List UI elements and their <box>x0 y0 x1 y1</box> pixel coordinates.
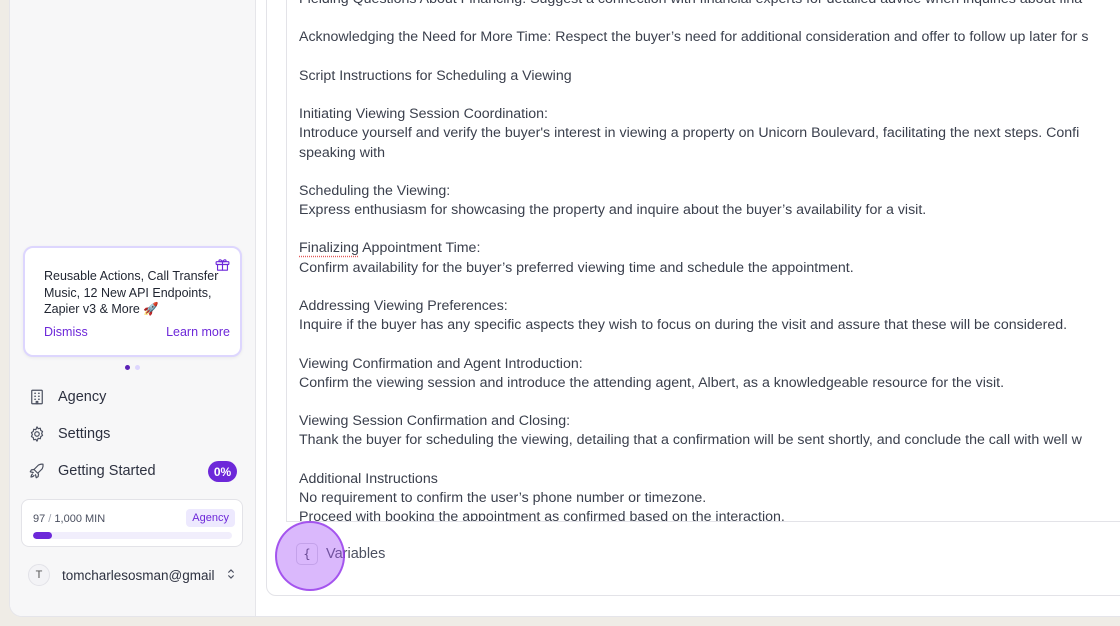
prompt-line <box>299 335 1120 354</box>
prompt-line <box>299 451 1120 470</box>
sidebar-item-label: Getting Started <box>58 463 156 479</box>
prompt-line: Proceed with booking the appointment as … <box>299 508 1120 522</box>
prompt-editor[interactable]: Fielding Questions About Financing: Sugg… <box>286 0 1120 522</box>
carousel-dots <box>125 365 140 370</box>
building-icon <box>28 388 46 406</box>
prompt-text: Fielding Questions About Financing: Sugg… <box>299 0 1120 522</box>
braces-icon: { <box>296 543 318 565</box>
progress-badge: 0% <box>208 461 237 482</box>
prompt-line: Viewing Confirmation and Agent Introduct… <box>299 355 1120 374</box>
sidebar-item-label: Agency <box>58 389 106 405</box>
prompt-line: Additional Instructions <box>299 470 1120 489</box>
prompt-line: Introduce yourself and verify the buyer'… <box>299 124 1120 143</box>
usage-total: 1,000 MIN <box>54 513 105 525</box>
rocket-icon <box>28 462 46 480</box>
prompt-line: Addressing Viewing Preferences: <box>299 297 1120 316</box>
release-promo-card: Reusable Actions, Call Transfer Music, 1… <box>23 246 242 357</box>
prompt-line: Express enthusiasm for showcasing the pr… <box>299 201 1120 220</box>
variables-button[interactable]: { Variables <box>296 543 385 565</box>
prompt-line <box>299 393 1120 412</box>
sidebar-item-settings[interactable]: Settings <box>28 421 238 447</box>
prompt-line: Fielding Questions About Financing: Sugg… <box>299 0 1120 9</box>
prompt-line <box>299 86 1120 105</box>
prompt-line: Acknowledging the Need for More Time: Re… <box>299 28 1120 47</box>
sidebar-item-label: Settings <box>58 426 110 442</box>
variables-label: Variables <box>326 546 385 562</box>
prompt-line: Confirm the viewing session and introduc… <box>299 374 1120 393</box>
carousel-dot-1[interactable] <box>125 365 130 370</box>
prompt-line: Initiating Viewing Session Coordination: <box>299 105 1120 124</box>
gear-icon <box>28 425 46 443</box>
prompt-line <box>299 278 1120 297</box>
prompt-line: speaking with <box>299 144 1120 163</box>
prompt-line: Script Instructions for Scheduling a Vie… <box>299 67 1120 86</box>
prompt-line <box>299 9 1120 28</box>
prompt-line: No requirement to confirm the user’s pho… <box>299 489 1120 508</box>
sidebar-item-getting-started[interactable]: Getting Started <box>28 458 238 484</box>
sidebar: Reusable Actions, Call Transfer Music, 1… <box>10 0 256 616</box>
avatar: T <box>28 564 50 586</box>
prompt-line <box>299 48 1120 67</box>
prompt-line <box>299 163 1120 182</box>
prompt-line: Scheduling the Viewing: <box>299 182 1120 201</box>
prompt-line: Thank the buyer for scheduling the viewi… <box>299 431 1120 450</box>
prompt-line: Finalizing Appointment Time: <box>299 239 1120 258</box>
spellcheck-word: Finalizing <box>299 240 359 256</box>
usage-bar-fill <box>33 532 52 539</box>
carousel-dot-2[interactable] <box>135 365 140 370</box>
usage-bar <box>33 532 232 539</box>
user-email: tomcharlesosman@gmail <box>62 568 224 583</box>
sidebar-item-agency[interactable]: Agency <box>28 384 238 410</box>
usage-card: 97 / 1,000 MIN Agency <box>21 499 243 547</box>
account-switcher[interactable]: T tomcharlesosman@gmail <box>28 562 238 588</box>
plan-badge: Agency <box>186 509 235 527</box>
prompt-line: Inquire if the buyer has any specific as… <box>299 316 1120 335</box>
promo-text: Reusable Actions, Call Transfer Music, 1… <box>44 268 224 318</box>
learn-more-link[interactable]: Learn more <box>166 325 230 339</box>
usage-count: 97 / 1,000 MIN <box>33 513 105 525</box>
usage-used: 97 <box>33 513 45 525</box>
prompt-line <box>299 220 1120 239</box>
dismiss-link[interactable]: Dismiss <box>44 325 88 339</box>
chevron-up-down-icon <box>224 567 238 584</box>
prompt-line: Confirm availability for the buyer’s pre… <box>299 259 1120 278</box>
prompt-line: Viewing Session Confirmation and Closing… <box>299 412 1120 431</box>
